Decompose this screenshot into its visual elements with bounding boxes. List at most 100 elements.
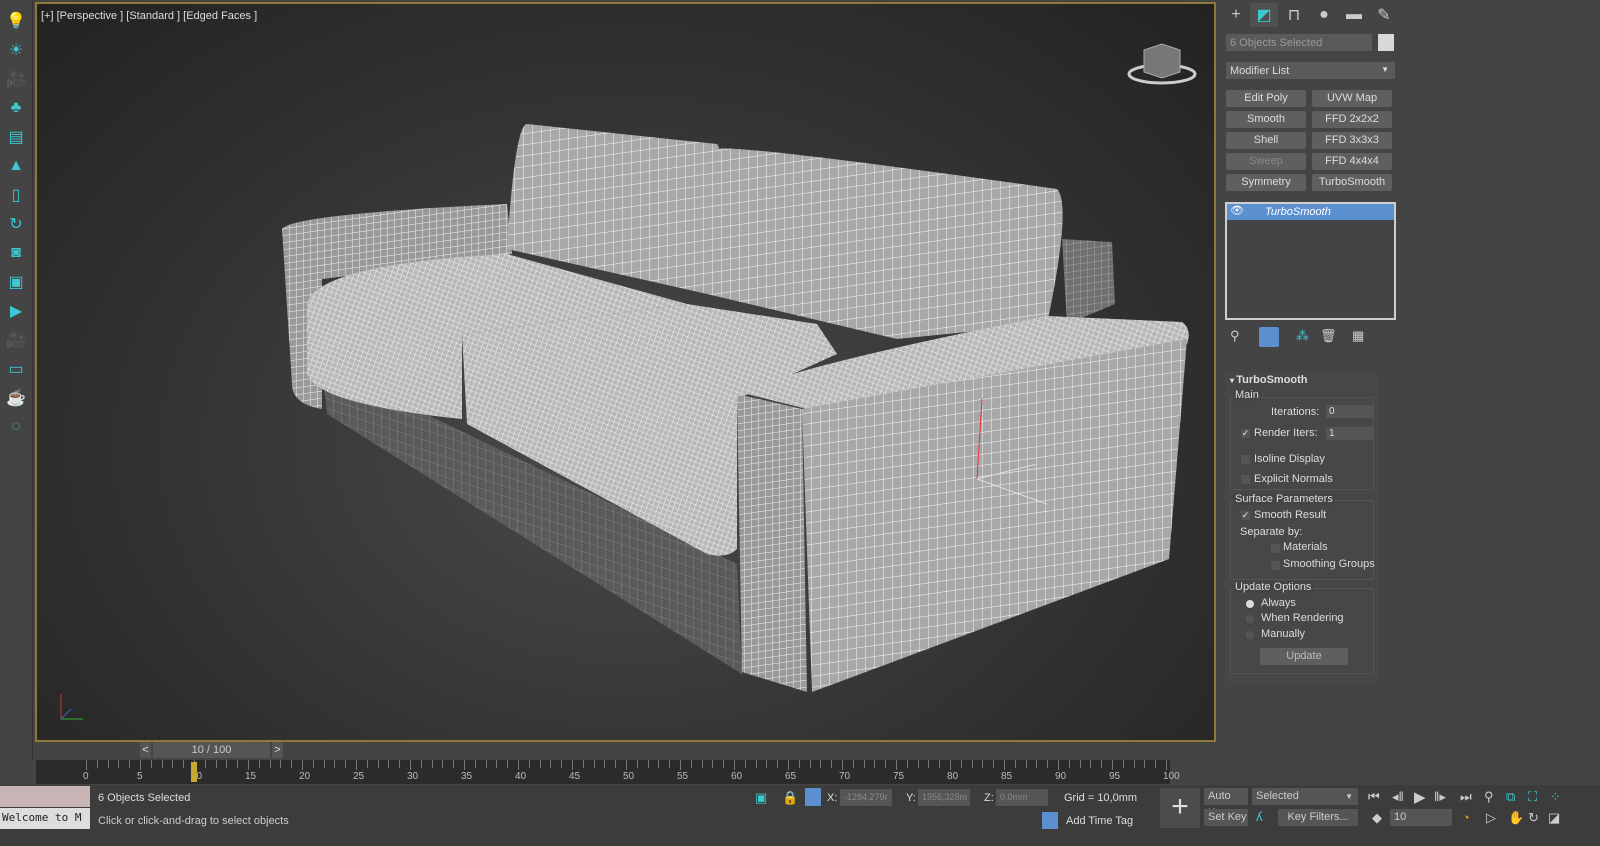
orbit-icon[interactable]: ↻: [1528, 810, 1539, 826]
trees-icon[interactable]: ♣: [5, 97, 27, 119]
time-configuration-icon[interactable]: ◔: [1462, 810, 1470, 825]
isoline-display-checkbox[interactable]: [1241, 455, 1250, 464]
play-frame-icon[interactable]: ▣: [5, 271, 27, 293]
frame-tick: [496, 760, 498, 768]
pin-stack-icon[interactable]: ⚲: [1230, 328, 1240, 344]
materials-checkbox[interactable]: [1271, 544, 1280, 553]
frame-tick: [226, 760, 228, 768]
manually-radio[interactable]: [1246, 631, 1254, 639]
isolate-selection-icon[interactable]: ▣: [755, 790, 767, 806]
render-iters-label: Render Iters:: [1254, 427, 1318, 439]
frame-tick: [647, 760, 649, 768]
sofa-wireframe-model[interactable]: [37, 4, 1214, 740]
current-frame-marker[interactable]: [191, 762, 197, 782]
tree-panel-icon[interactable]: ▤: [5, 126, 27, 148]
z-coordinate-field[interactable]: 0,0mm: [996, 789, 1048, 806]
hierarchy-tab-icon[interactable]: ⊓: [1280, 3, 1308, 27]
update-button[interactable]: Update: [1260, 648, 1348, 665]
object-color-swatch[interactable]: [1378, 34, 1394, 51]
modifier-button[interactable]: UVW Map: [1312, 90, 1392, 107]
modifier-button[interactable]: Smooth: [1226, 111, 1306, 128]
modifier-button[interactable]: FFD 4x4x4: [1312, 153, 1392, 170]
play-icon[interactable]: ▶: [1414, 788, 1426, 806]
y-coordinate-field[interactable]: 1956,328m: [918, 789, 970, 806]
time-slider-thumb[interactable]: 10 / 100: [153, 742, 270, 758]
time-slider[interactable]: < 10 / 100 >: [140, 742, 284, 758]
go-to-end-icon[interactable]: ⏭: [1460, 789, 1472, 805]
field-of-view-icon[interactable]: ▷: [1486, 810, 1496, 826]
eye-visibility-icon[interactable]: 👁: [1230, 204, 1244, 217]
key-mode-toggle-icon[interactable]: ◆: [1372, 810, 1382, 826]
modifier-button[interactable]: Shell: [1226, 132, 1306, 149]
prev-frame-button[interactable]: <: [140, 742, 151, 758]
sphere-dots-icon[interactable]: ◌: [5, 416, 27, 438]
teapot-icon[interactable]: ☕: [5, 387, 27, 409]
left-toolbar: 💡 ☀ 🎥 ♣ ▤ ▲ ▯ ↻ ◙ ▣ ▶ 🎥 ▭ ☕ ◌: [0, 0, 33, 760]
configure-modifier-sets-icon[interactable]: ▦: [1352, 328, 1364, 344]
display-tab-icon[interactable]: ▬: [1340, 3, 1368, 27]
show-end-result-icon[interactable]: [1259, 327, 1279, 347]
modifier-button[interactable]: FFD 3x3x3: [1312, 132, 1392, 149]
next-frame-button[interactable]: >: [272, 742, 283, 758]
maxscript-listener-pink[interactable]: [0, 786, 90, 807]
pan-hand-icon[interactable]: ✋: [1508, 810, 1524, 826]
key-mode-icon[interactable]: ʎ: [1256, 809, 1263, 824]
rotate-icon[interactable]: ↻: [5, 213, 27, 235]
current-frame-field[interactable]: 10: [1390, 809, 1452, 826]
stack-item-turbosmooth[interactable]: TurboSmooth: [1227, 204, 1394, 220]
render-iters-checkbox[interactable]: ✓: [1241, 429, 1250, 438]
selection-lock-icon[interactable]: 🔒: [782, 790, 798, 806]
previous-frame-icon[interactable]: ◂‖: [1392, 789, 1404, 805]
set-key-button[interactable]: Set Key: [1204, 809, 1248, 826]
tree-card-icon[interactable]: ▯: [5, 184, 27, 206]
remove-modifier-trash-icon[interactable]: 🗑: [1320, 328, 1337, 344]
camera-icon[interactable]: 🎥: [5, 68, 27, 90]
always-radio[interactable]: [1246, 600, 1254, 608]
iterations-spinner[interactable]: 0: [1326, 405, 1374, 418]
tree-icon[interactable]: ▲: [5, 155, 27, 177]
absolute-mode-icon[interactable]: [805, 788, 821, 806]
make-unique-icon[interactable]: ⁂: [1296, 328, 1309, 344]
modifier-list-dropdown[interactable]: Modifier List ▼: [1226, 62, 1395, 79]
zoom-icon[interactable]: ⚲: [1484, 789, 1494, 805]
when-rendering-radio[interactable]: [1246, 615, 1254, 623]
auto-key-button[interactable]: Auto Key: [1204, 788, 1248, 819]
key-mode-dropdown[interactable]: Selected ▼: [1252, 788, 1358, 805]
utilities-tab-wrench-icon[interactable]: ✎: [1370, 3, 1398, 27]
modifier-button[interactable]: Symmetry: [1226, 174, 1306, 191]
add-time-tag-button[interactable]: Add Time Tag: [1066, 815, 1133, 827]
motion-tab-icon[interactable]: ●: [1310, 3, 1338, 27]
zoom-extents-icon[interactable]: ⛶: [1528, 789, 1537, 805]
smoothing-groups-checkbox[interactable]: [1271, 561, 1280, 570]
smooth-result-checkbox[interactable]: ✓: [1241, 511, 1250, 520]
maxscript-listener-input[interactable]: Welcome to M: [0, 808, 90, 829]
modifier-button[interactable]: TurboSmooth: [1312, 174, 1392, 191]
modifier-button[interactable]: Edit Poly: [1226, 90, 1306, 107]
track-bar[interactable]: 0510152025303540455055606570758085909510…: [36, 760, 1180, 784]
render-frame-icon[interactable]: ▶: [5, 300, 27, 322]
go-to-start-icon[interactable]: ⏮: [1368, 789, 1380, 805]
camera-add-icon[interactable]: 🎥: [5, 329, 27, 351]
object-name-field[interactable]: 6 Objects Selected: [1226, 34, 1372, 51]
modifier-button[interactable]: Sweep: [1226, 153, 1306, 170]
next-frame-icon[interactable]: ‖▸: [1434, 789, 1446, 805]
sun-icon[interactable]: ☀: [5, 39, 27, 61]
key-filters-button[interactable]: Key Filters...: [1278, 809, 1358, 826]
panel-icon[interactable]: ▭: [5, 358, 27, 380]
set-key-plus-icon[interactable]: +: [1160, 788, 1200, 828]
zoom-all-icon[interactable]: ⧉: [1506, 789, 1515, 805]
create-tab-plus-icon[interactable]: +: [1222, 3, 1250, 27]
modifier-stack[interactable]: TurboSmooth 👁: [1225, 202, 1396, 320]
lightbulb-icon[interactable]: 💡: [5, 10, 27, 32]
modifier-button[interactable]: FFD 2x2x2: [1312, 111, 1392, 128]
maximize-viewport-icon[interactable]: ◪: [1548, 810, 1560, 826]
layers-icon[interactable]: ◙: [5, 242, 27, 264]
modify-tab-icon[interactable]: ◩: [1250, 3, 1278, 27]
time-tag-icon[interactable]: [1042, 812, 1058, 829]
perspective-viewport[interactable]: [+] [Perspective ] [Standard ] [Edged Fa…: [35, 2, 1216, 742]
render-iters-spinner[interactable]: 1: [1326, 427, 1374, 440]
x-coordinate-field[interactable]: -1284,279r: [840, 789, 892, 806]
explicit-normals-checkbox[interactable]: [1241, 475, 1250, 484]
zoom-extents-all-icon[interactable]: ⁘: [1550, 789, 1561, 805]
rollout-title[interactable]: ▾ TurboSmooth: [1230, 374, 1308, 386]
